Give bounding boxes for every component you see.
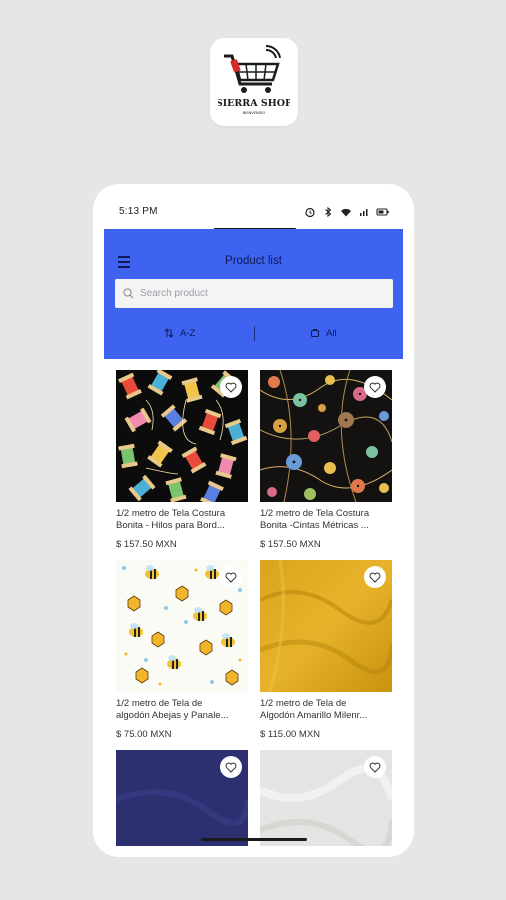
category-filter-button[interactable]: All bbox=[310, 323, 337, 343]
product-name: 1/2 metro de Tela de Algodón Amarillo Mi… bbox=[260, 698, 368, 721]
product-price: $ 157.50 MXN bbox=[116, 539, 177, 550]
search-icon bbox=[123, 288, 134, 299]
bluetooth-icon bbox=[322, 205, 334, 218]
app-logo: SIERRA SHOP BIENVENIDO bbox=[210, 38, 298, 126]
status-bar: 5:13 PM bbox=[93, 184, 414, 230]
page-title: Product list bbox=[225, 255, 282, 267]
favorite-button[interactable] bbox=[220, 376, 242, 398]
heart-icon bbox=[369, 762, 381, 773]
sort-label: A-Z bbox=[180, 327, 196, 339]
heart-icon bbox=[369, 382, 381, 393]
sort-filter-row: A-Z All bbox=[104, 323, 403, 343]
product-name: 1/2 metro de Tela Costura Bonita -Cintas… bbox=[260, 508, 370, 531]
heart-icon bbox=[225, 572, 237, 583]
app-bar: Product list A-Z All bbox=[104, 229, 403, 359]
shopping-cart-logo: SIERRA SHOP BIENVENIDO bbox=[218, 44, 290, 115]
logo-tagline: BIENVENIDO bbox=[243, 111, 266, 115]
favorite-button[interactable] bbox=[220, 756, 242, 778]
product-name: 1/2 metro de Tela Costura Bonita - Hilos… bbox=[116, 508, 226, 531]
home-indicator[interactable] bbox=[201, 838, 307, 841]
status-icons bbox=[304, 205, 389, 218]
filter-label: All bbox=[326, 327, 337, 339]
sort-filter-divider bbox=[254, 326, 255, 341]
alarm-icon bbox=[304, 205, 316, 218]
product-price: $ 115.00 MXN bbox=[260, 729, 321, 740]
battery-icon bbox=[376, 205, 389, 217]
favorite-button[interactable] bbox=[364, 756, 386, 778]
product-name: 1/2 metro de Tela de algodón Abejas y Pa… bbox=[116, 698, 229, 721]
wifi-icon bbox=[340, 205, 352, 217]
signal-icon bbox=[358, 205, 370, 217]
status-time: 5:13 PM bbox=[119, 206, 158, 217]
category-icon bbox=[311, 329, 319, 337]
product-price: $ 75.00 MXN bbox=[116, 729, 172, 740]
search-input[interactable] bbox=[140, 288, 380, 299]
logo-brand-text: SIERRA SHOP bbox=[218, 98, 290, 109]
heart-icon bbox=[225, 382, 237, 393]
heart-icon bbox=[369, 572, 381, 583]
product-card[interactable] bbox=[260, 750, 392, 846]
favorite-button[interactable] bbox=[220, 566, 242, 588]
search-bar[interactable] bbox=[115, 279, 393, 308]
favorite-button[interactable] bbox=[364, 566, 386, 588]
product-card[interactable] bbox=[116, 750, 248, 846]
sort-arrows-icon bbox=[164, 328, 174, 338]
favorite-button[interactable] bbox=[364, 376, 386, 398]
product-price: $ 157.50 MXN bbox=[260, 539, 321, 550]
sort-button[interactable]: A-Z bbox=[164, 323, 195, 343]
phone-frame: 5:13 PM Product list A-Z All bbox=[93, 184, 414, 857]
heart-icon bbox=[225, 762, 237, 773]
